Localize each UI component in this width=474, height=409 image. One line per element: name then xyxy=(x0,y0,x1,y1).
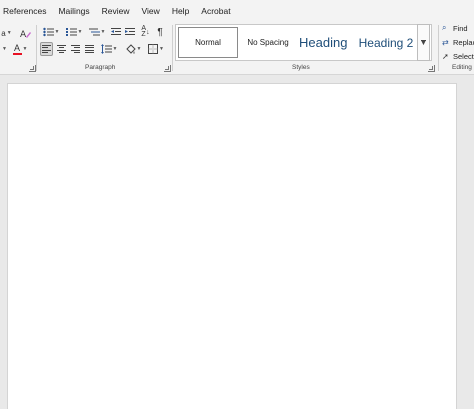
decrease-indent-button[interactable] xyxy=(110,25,122,39)
document-canvas xyxy=(0,75,474,409)
tab-view[interactable]: View xyxy=(136,0,166,22)
justify-icon xyxy=(84,43,94,55)
borders-icon xyxy=(148,44,159,54)
align-right-icon xyxy=(70,43,80,55)
ribbon-tab-bar: References Mailings Review View Help Acr… xyxy=(0,0,474,22)
borders-button[interactable]: ▼ xyxy=(145,42,167,56)
style-heading-1[interactable]: Heading xyxy=(297,27,353,58)
increase-indent-button[interactable] xyxy=(124,25,136,39)
chevron-down-icon: ▼ xyxy=(22,46,28,52)
align-center-icon xyxy=(56,43,66,55)
styles-gallery: Normal No Spacing Heading Heading 2 xyxy=(175,24,432,61)
style-heading-2[interactable]: Heading 2 xyxy=(356,27,416,58)
replace-button[interactable]: ⇄ Replac xyxy=(442,36,474,48)
sort-icon: A Z ↓ xyxy=(141,25,150,38)
paragraph-group-label: Paragraph xyxy=(85,64,116,71)
find-button[interactable]: ⌕ Find xyxy=(442,22,468,34)
change-case-text: a xyxy=(1,28,6,38)
paragraph-dialog-launcher[interactable] xyxy=(164,65,171,72)
group-separator xyxy=(438,25,439,71)
styles-gallery-more-button[interactable]: ▼ xyxy=(417,24,430,61)
pilcrow-icon: ¶ xyxy=(157,26,163,38)
chevron-down-icon: ▼ xyxy=(159,46,164,52)
numbering-button[interactable]: ▼ xyxy=(63,25,85,39)
font-color-button[interactable]: A ▼ xyxy=(9,42,31,56)
shading-button[interactable]: ▼ xyxy=(122,42,144,56)
group-separator xyxy=(36,25,37,71)
styles-group-label: Styles xyxy=(292,64,310,71)
chevron-down-icon: ▼ xyxy=(112,46,118,52)
replace-label: Replac xyxy=(453,37,474,47)
multilevel-list-icon xyxy=(88,28,100,36)
tab-review[interactable]: Review xyxy=(96,0,136,22)
tab-help[interactable]: Help xyxy=(166,0,195,22)
gallery-more-icon: ▼ xyxy=(420,39,427,47)
font-color-icon: A xyxy=(12,42,22,55)
search-icon: ⌕ xyxy=(442,23,447,32)
select-label: Select xyxy=(453,51,474,61)
svg-text:A: A xyxy=(20,30,27,39)
align-left-button[interactable] xyxy=(40,42,53,56)
chevron-down-icon: ▼ xyxy=(6,30,12,36)
justify-button[interactable] xyxy=(83,42,95,56)
group-separator xyxy=(172,25,173,71)
tab-acrobat[interactable]: Acrobat xyxy=(195,0,236,22)
tab-references[interactable]: References xyxy=(0,0,52,22)
decrease-indent-icon xyxy=(111,28,121,35)
line-spacing-icon xyxy=(100,44,112,54)
find-label: Find xyxy=(453,23,468,33)
replace-icon: ⇄ xyxy=(442,37,449,47)
ribbon: a ▼ A ▼ A ▼ ▼ ▼ ▼ A Z ↓ ¶ ▼ ▼ ▼ Paragrap… xyxy=(0,22,474,75)
bullets-icon xyxy=(42,27,54,37)
document-page[interactable] xyxy=(7,83,457,409)
align-left-icon xyxy=(42,43,51,55)
style-normal[interactable]: Normal xyxy=(178,27,238,58)
line-spacing-button[interactable]: ▼ xyxy=(98,42,120,56)
select-button[interactable]: ➚ Select xyxy=(442,50,474,62)
chevron-down-icon: ▼ xyxy=(100,29,106,35)
clear-formatting-icon: A xyxy=(20,30,31,39)
chevron-down-icon: ▼ xyxy=(2,46,7,52)
cursor-icon: ➚ xyxy=(442,51,449,61)
increase-indent-icon xyxy=(125,28,135,35)
numbering-icon xyxy=(65,28,77,36)
editing-group-label: Editing xyxy=(452,64,472,71)
font-dialog-launcher[interactable] xyxy=(29,65,36,72)
font-size-caret[interactable]: ▼ xyxy=(0,42,8,56)
tab-mailings[interactable]: Mailings xyxy=(52,0,95,22)
show-formatting-marks-button[interactable]: ¶ xyxy=(154,25,166,39)
align-center-button[interactable] xyxy=(55,42,67,56)
align-right-button[interactable] xyxy=(69,42,81,56)
style-no-spacing[interactable]: No Spacing xyxy=(240,27,296,58)
clear-formatting-button[interactable]: A xyxy=(18,26,32,40)
multilevel-list-button[interactable]: ▼ xyxy=(86,25,108,39)
shading-icon xyxy=(125,43,136,54)
bullets-button[interactable]: ▼ xyxy=(40,25,62,39)
change-case-button[interactable]: a ▼ xyxy=(0,26,13,40)
chevron-down-icon: ▼ xyxy=(77,29,83,35)
sort-button[interactable]: A Z ↓ xyxy=(139,25,152,39)
styles-dialog-launcher[interactable] xyxy=(428,65,435,72)
chevron-down-icon: ▼ xyxy=(54,29,60,35)
chevron-down-icon: ▼ xyxy=(136,46,142,52)
